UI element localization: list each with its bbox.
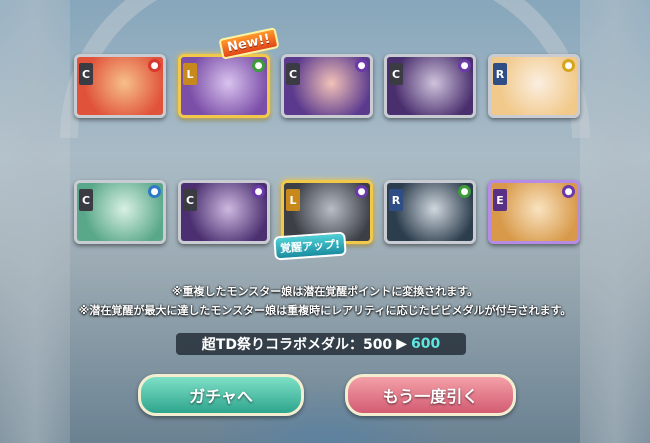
monster-card[interactable]: C ● bbox=[74, 54, 166, 118]
water-element-icon: ● bbox=[148, 185, 161, 198]
medal-label: 超TD祭りコラボメダル：500 bbox=[201, 337, 393, 353]
fire-element-icon: ● bbox=[148, 59, 161, 72]
rarity-badge: C bbox=[286, 63, 300, 85]
rarity-badge: R bbox=[493, 63, 507, 85]
rarity-badge: E bbox=[493, 189, 507, 211]
monster-card[interactable]: R ● bbox=[384, 180, 476, 244]
dark-element-icon: ● bbox=[562, 185, 575, 198]
monster-card[interactable]: L ● bbox=[178, 54, 270, 118]
dark-element-icon: ● bbox=[355, 185, 368, 198]
gacha-button[interactable]: ガチャへ bbox=[138, 374, 304, 416]
monster-card[interactable]: C ● bbox=[178, 180, 270, 244]
wind-element-icon: ● bbox=[458, 185, 471, 198]
monster-card[interactable]: C ● bbox=[384, 54, 476, 118]
wind-element-icon: ● bbox=[252, 59, 265, 72]
medal-arrow: ▶ bbox=[396, 336, 407, 352]
rarity-badge: C bbox=[183, 189, 197, 211]
duplicate-note: ※重複したモンスター娘は潜在覚醒ポイントに変換されます。 bbox=[171, 285, 479, 298]
monster-card[interactable]: E ● bbox=[488, 180, 580, 244]
rarity-badge: C bbox=[389, 63, 403, 85]
draw-again-button[interactable]: もう一度引く bbox=[345, 374, 516, 416]
awaken-up-badge: 覚醒アップ! bbox=[273, 231, 347, 261]
max-awaken-note: ※潜在覚醒が最大に達したモンスター娘は重複時にレアリティに応じたビビメダルが付与… bbox=[78, 304, 572, 317]
medal-counter: 超TD祭りコラボメダル：500 ▶ 600 bbox=[176, 333, 466, 355]
monster-card[interactable]: C ● bbox=[281, 54, 373, 118]
dark-element-icon: ● bbox=[355, 59, 368, 72]
dark-element-icon: ● bbox=[252, 185, 265, 198]
rarity-badge: L bbox=[183, 63, 197, 85]
rarity-badge: R bbox=[389, 189, 403, 211]
light-element-icon: ● bbox=[562, 59, 575, 72]
rarity-badge: C bbox=[79, 63, 93, 85]
monster-card[interactable]: R ● bbox=[488, 54, 580, 118]
rarity-badge: C bbox=[79, 189, 93, 211]
dark-element-icon: ● bbox=[458, 59, 471, 72]
medal-new-value: 600 bbox=[410, 336, 441, 352]
monster-card[interactable]: C ● bbox=[74, 180, 166, 244]
rarity-badge: L bbox=[286, 189, 300, 211]
